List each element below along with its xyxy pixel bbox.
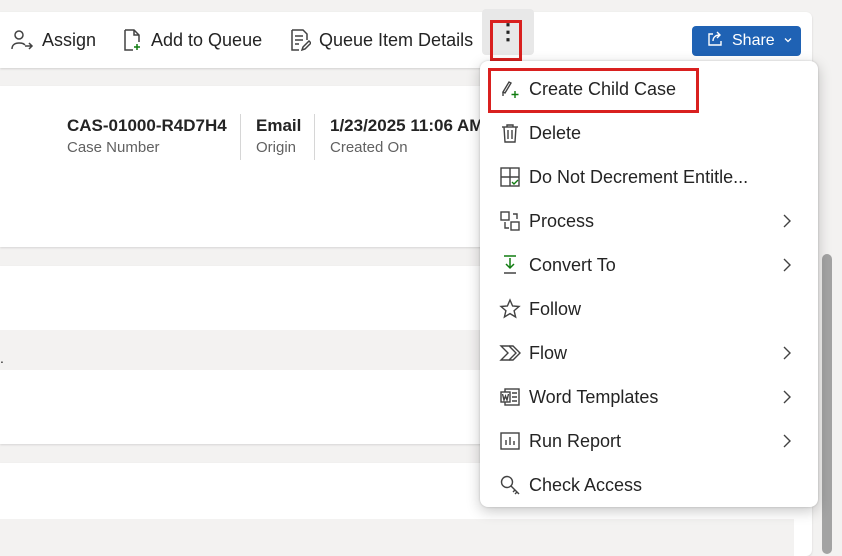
word-templates-icon [500, 388, 520, 406]
trash-icon [502, 124, 518, 143]
created-on-label: Created On [330, 139, 408, 156]
menu-item-label: Convert To [529, 254, 616, 275]
menu-item-label: Flow [529, 342, 568, 363]
assign-label: Assign [42, 29, 97, 50]
menu-item-follow[interactable]: Follow [480, 287, 818, 331]
more-button-highlight [490, 20, 522, 61]
process-icon [500, 211, 520, 231]
chevron-right-icon [783, 214, 791, 228]
create-child-case-icon [502, 81, 519, 98]
add-to-queue-button[interactable]: Add to Queue [121, 12, 262, 68]
chevron-right-icon [783, 434, 791, 448]
created-on-field: 1/23/2025 11:06 AM Created On [330, 116, 483, 156]
share-icon [706, 30, 724, 53]
queue-item-details-label: Queue Item Details [319, 29, 474, 50]
menu-item-do-not-decrement-entitlements[interactable]: Do Not Decrement Entitle... [480, 155, 818, 199]
origin-value: Email [256, 116, 302, 135]
chevron-right-icon [783, 258, 791, 272]
star-icon [499, 298, 521, 319]
menu-item-process[interactable]: Process [480, 199, 818, 243]
chevron-right-icon [783, 346, 791, 360]
menu-item-flow[interactable]: Flow [480, 331, 818, 375]
menu-item-create-child-case[interactable]: Create Child Case [480, 67, 818, 111]
add-to-queue-icon [121, 28, 143, 52]
grid-check-icon [500, 167, 520, 187]
report-icon [500, 432, 520, 450]
menu-item-label: Word Templates [529, 386, 659, 407]
field-divider [314, 114, 315, 160]
menu-item-label: Run Report [529, 430, 622, 451]
origin-field: Email Origin [256, 116, 301, 156]
created-on-value: 1/23/2025 11:06 AM [330, 116, 484, 135]
form-row [0, 519, 794, 556]
menu-item-delete[interactable]: Delete [480, 111, 818, 155]
assign-button[interactable]: Assign [10, 12, 96, 68]
truncated-text: . [0, 350, 4, 366]
menu-item-label: Process [529, 210, 595, 231]
flow-icon [499, 345, 521, 361]
convert-icon [504, 255, 516, 274]
menu-item-word-templates[interactable]: Word Templates [480, 375, 818, 419]
scrollbar-thumb[interactable] [822, 254, 832, 554]
case-number-label: Case Number [67, 139, 160, 156]
menu-item-label: Delete [529, 122, 582, 143]
more-commands-menu: Create Child Case Delete Do Not Decremen… [480, 61, 818, 507]
menu-item-convert-to[interactable]: Convert To [480, 243, 818, 287]
chevron-down-icon [783, 32, 793, 50]
key-search-icon [500, 475, 520, 495]
field-divider [240, 114, 241, 160]
person-icon [10, 28, 34, 52]
menu-item-label: Check Access [529, 474, 643, 495]
add-to-queue-label: Add to Queue [151, 29, 263, 50]
case-number-value: CAS-01000-R4D7H4 [67, 116, 227, 135]
menu-item-check-access[interactable]: Check Access [480, 463, 818, 507]
menu-item-run-report[interactable]: Run Report [480, 419, 818, 463]
menu-item-label: Follow [529, 298, 582, 319]
case-number-field: CAS-01000-R4D7H4 Case Number [67, 116, 227, 156]
share-button[interactable]: Share [692, 26, 801, 56]
menu-item-label: Do Not Decrement Entitle... [529, 166, 749, 187]
document-edit-icon [289, 28, 311, 52]
origin-label: Origin [256, 139, 297, 156]
chevron-right-icon [783, 390, 791, 404]
share-label: Share [732, 32, 775, 49]
menu-item-label: Create Child Case [529, 78, 677, 99]
command-bar: Assign Add to Queue Queue Item Details S… [0, 12, 812, 68]
queue-item-details-button[interactable]: Queue Item Details [289, 12, 473, 68]
